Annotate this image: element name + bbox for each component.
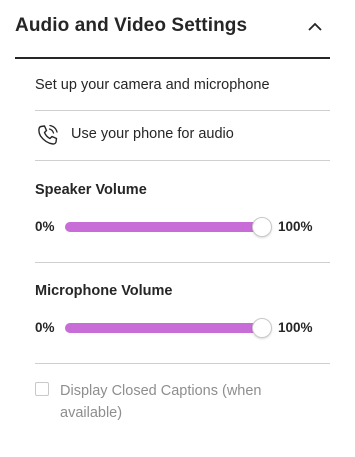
phone-audio-label: Use your phone for audio [71,126,234,142]
speaker-volume-slider: 0% 100% [35,215,330,239]
speaker-volume-fill [65,222,261,232]
microphone-volume-thumb[interactable] [252,318,272,338]
speaker-volume-max-label: 100% [278,219,313,234]
microphone-volume-fill [65,323,261,333]
collapse-button[interactable] [300,12,330,42]
divider [35,160,330,161]
microphone-volume-slider: 0% 100% [35,316,330,340]
speaker-volume-thumb[interactable] [252,217,272,237]
speaker-volume-label: Speaker Volume [35,182,147,198]
microphone-volume-label: Microphone Volume [35,283,173,299]
divider [35,110,330,111]
closed-captions-label: Display Closed Captions (when available) [60,383,262,421]
phone-icon [38,124,58,145]
speaker-volume-track[interactable] [65,217,272,237]
divider [35,262,330,263]
chevron-up-icon [308,22,322,31]
divider [35,363,330,364]
camera-microphone-setup-link[interactable]: Set up your camera and microphone [35,77,270,93]
microphone-volume-track[interactable] [65,318,272,338]
microphone-volume-max-label: 100% [278,320,313,335]
speaker-volume-min-label: 0% [35,219,55,234]
settings-header: Audio and Video Settings [15,0,330,59]
panel-title: Audio and Video Settings [15,15,248,36]
microphone-volume-min-label: 0% [35,320,55,335]
closed-captions-checkbox[interactable] [35,382,49,396]
